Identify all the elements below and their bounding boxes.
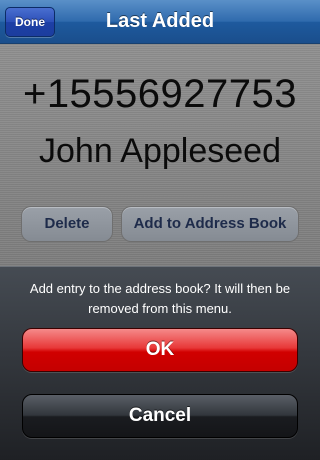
delete-button[interactable]: Delete — [21, 206, 113, 242]
cancel-button[interactable]: Cancel — [22, 394, 298, 438]
action-sheet-message: Add entry to the address book? It will t… — [29, 281, 291, 316]
contact-detail-panel: +15556927753 John Appleseed Delete Add t… — [0, 44, 320, 266]
ok-button[interactable]: OK — [22, 328, 298, 372]
phone-number: +15556927753 — [22, 72, 298, 116]
contact-name: John Appleseed — [39, 132, 281, 170]
add-to-address-book-button[interactable]: Add to Address Book — [121, 206, 299, 242]
navigation-bar: Last Added Done — [0, 0, 320, 44]
done-button[interactable]: Done — [5, 7, 55, 37]
